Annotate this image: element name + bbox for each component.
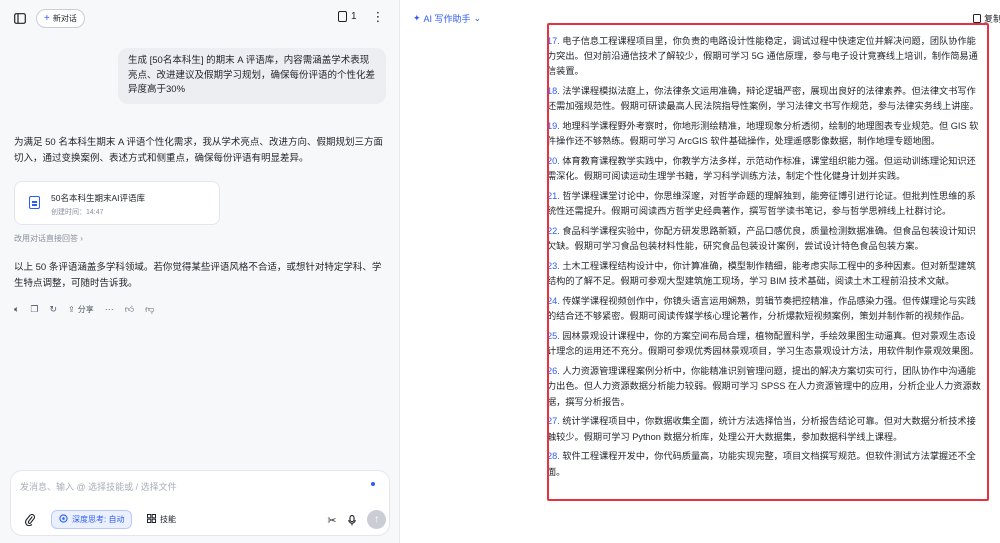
list-item: 21. 哲学课程课堂讨论中，你思维深邃，对哲学命题的理解独到，能旁征博引进行论证…: [547, 189, 981, 219]
message-actions: 🔈︎ ❐ ↻ ⇪ 分享 ··· 👍︎ 👎︎: [14, 302, 154, 316]
skills-button[interactable]: 技能: [141, 510, 182, 529]
more-icon[interactable]: ⋮: [372, 9, 385, 24]
ai-writing-assistant-button[interactable]: ✦ AI 写作助手 ⌄: [413, 12, 481, 25]
document-count: 1: [351, 11, 357, 22]
item-text: 软件工程课程开发中，你代码质量高，功能实现完整，项目文档撰写规范。但软件测试方法…: [547, 451, 976, 477]
item-number: 17.: [547, 36, 560, 46]
list-item: 19. 地理科学课程野外考察时，你地形测绘精准，地理现象分析透彻，绘制的地理图表…: [547, 119, 981, 149]
file-icon: [29, 196, 40, 209]
status-dot: [371, 482, 375, 486]
item-text: 法学课程模拟法庭上，你法律条文运用准确，辩论逻辑严密，展现出良好的法律素养。但法…: [547, 86, 979, 112]
share-label: 分享: [77, 304, 94, 314]
item-number: 24.: [547, 296, 560, 307]
file-name: 50名本科生期末AI评语库: [51, 193, 145, 203]
answer-directly-label: 改用对话直接回答: [14, 234, 78, 243]
sidebar-toggle-icon[interactable]: [13, 11, 27, 25]
message-input-box[interactable]: 发消息、输入 @ 选择技能或 / 选择文件 深度思考: 自动 技能 ✂ ↑: [10, 470, 390, 536]
list-item: 28. 软件工程课程开发中，你代码质量高，功能实现完整，项目文档撰写规范。但软件…: [547, 449, 981, 479]
file-created-time: 创建时间：14:47: [51, 209, 104, 216]
assistant-reply-outro: 以上 50 条评语涵盖多学科领域。若你觉得某些评语风格不合适，或想针对特定学科、…: [14, 262, 382, 290]
document-count-button[interactable]: 1: [338, 11, 357, 22]
scissors-icon[interactable]: ✂: [325, 513, 339, 527]
thumbs-down-icon[interactable]: 👎︎: [145, 304, 154, 315]
chevron-down-icon: ⌄: [473, 13, 482, 23]
document-editor: ✦ AI 写作助手 ⌄ 复制 17. 电子信息工程课程项目里，你负责的电路设计性…: [401, 0, 1000, 543]
deep-thinking-label: 深度思考: 自动: [72, 515, 125, 524]
item-text: 体育教育课程教学实践中，你教学方法多样，示范动作标准，课堂组织能力强。但运动训练…: [547, 156, 976, 182]
more-dots-icon[interactable]: ···: [105, 304, 114, 314]
list-item: 25. 园林景观设计课程中，你的方案空间布局合理，植物配置科学，手绘效果图生动逼…: [547, 329, 981, 359]
ai-writing-assistant-label: AI 写作助手: [423, 14, 471, 24]
list-item: 23. 土木工程课程结构设计中，你计算准确，模型制作精细，能考虑实际工程中的多种…: [547, 259, 981, 289]
item-number: 20.: [547, 156, 560, 167]
item-number: 22.: [547, 226, 560, 237]
list-item: 20. 体育教育课程教学实践中，你教学方法多样，示范动作标准，课堂组织能力强。但…: [547, 154, 981, 184]
item-text: 食品科学课程实验中，你配方研发思路新颖，产品口感优良，质量检测数据准确。但食品包…: [547, 226, 976, 252]
item-text: 哲学课程课堂讨论中，你思维深邃，对哲学命题的理解独到，能旁征博引进行论证。但批判…: [547, 191, 976, 217]
thumbs-up-icon[interactable]: 👍︎: [125, 304, 134, 315]
input-toolbar: 深度思考: 自动 技能 ✂ ↑: [19, 509, 386, 531]
item-text: 园林景观设计课程中，你的方案空间布局合理，植物配置科学，手绘效果图生动逼真。但对…: [547, 331, 979, 357]
copy-icon[interactable]: ❐: [30, 304, 38, 315]
item-number: 26.: [547, 366, 560, 377]
generated-file-card[interactable]: 50名本科生期末AI评语库 创建时间：14:47: [14, 181, 220, 225]
item-text: 电子信息工程课程项目里，你负责的电路设计性能稳定，调试过程中快速定位并解决问题，…: [547, 36, 978, 77]
regenerate-icon[interactable]: ↻: [49, 304, 57, 315]
attach-icon[interactable]: [23, 513, 37, 527]
item-text: 土木工程课程结构设计中，你计算准确，模型制作精细，能考虑实际工程中的多种因素。但…: [547, 261, 976, 287]
list-item: 18. 法学课程模拟法庭上，你法律条文运用准确，辩论逻辑严密，展现出良好的法律素…: [547, 84, 981, 114]
copy-document-button[interactable]: 复制: [973, 12, 1000, 25]
item-number: 25.: [547, 331, 560, 342]
item-number: 27.: [547, 416, 560, 427]
list-item: 26. 人力资源管理课程案例分析中，你能精准识别管理问题，提出的解决方案切实可行…: [547, 364, 981, 410]
deep-thinking-icon: [59, 514, 68, 525]
list-item: 27. 统计学课程项目中，你数据收集全面，统计方法选择恰当，分析报告结论可靠。但…: [547, 414, 981, 444]
microphone-icon[interactable]: [345, 513, 359, 527]
user-message: 生成 [50名本科生] 的期末 A 评语库，内容需涵盖学术表现亮点、改进建议及假…: [118, 48, 386, 105]
copy-label: 复制: [984, 14, 1000, 24]
item-text: 地理科学课程野外考察时，你地形测绘精准，地理现象分析透彻，绘制的地理图表专业规范…: [547, 121, 979, 147]
new-chat-button[interactable]: + 新对话: [36, 9, 85, 28]
document-icon: [338, 11, 347, 22]
send-button[interactable]: ↑: [367, 510, 386, 529]
item-number: 28.: [547, 451, 560, 462]
answer-directly-link[interactable]: 改用对话直接回答 ›: [14, 233, 83, 244]
item-number: 21.: [547, 191, 560, 202]
message-input[interactable]: 发消息、输入 @ 选择技能或 / 选择文件: [20, 480, 177, 493]
share-icon: ⇪: [68, 304, 75, 314]
list-item: 17. 电子信息工程课程项目里，你负责的电路设计性能稳定，调试过程中快速定位并解…: [547, 34, 981, 80]
assistant-reply-intro: 为满足 50 名本科生期末 A 评语个性化需求，我从学术亮点、改进方向、假期规划…: [14, 137, 383, 165]
grid-icon: [147, 514, 156, 525]
comment-list: 17. 电子信息工程课程项目里，你负责的电路设计性能稳定，调试过程中快速定位并解…: [547, 34, 981, 484]
copy-doc-icon: [973, 14, 981, 23]
speaker-icon[interactable]: 🔈︎: [14, 304, 19, 315]
new-chat-label: 新对话: [52, 14, 77, 23]
deep-thinking-toggle[interactable]: 深度思考: 自动: [51, 510, 133, 529]
item-text: 人力资源管理课程案例分析中，你能精准识别管理问题，提出的解决方案切实可行，团队协…: [547, 366, 981, 407]
item-text: 统计学课程项目中，你数据收集全面，统计方法选择恰当，分析报告结论可靠。但对大数据…: [547, 416, 976, 442]
share-button[interactable]: ⇪ 分享: [68, 304, 94, 315]
item-number: 23.: [547, 261, 560, 272]
chevron-right-icon: ›: [80, 234, 83, 243]
sparkle-icon: ✦: [413, 13, 421, 23]
chat-panel: + 新对话 1 ⋮ 生成 [50名本科生] 的期末 A 评语库，内容需涵盖学术表…: [0, 0, 400, 543]
skills-label: 技能: [160, 515, 176, 524]
plus-icon: +: [44, 12, 50, 24]
item-number: 19.: [547, 121, 560, 132]
list-item: 24. 传媒学课程视频创作中，你镜头语言运用娴熟，剪辑节奏把控精准，作品感染力强…: [547, 294, 981, 324]
chat-topbar: + 新对话 1 ⋮: [0, 0, 399, 36]
item-number: 18.: [547, 86, 560, 97]
list-item: 22. 食品科学课程实验中，你配方研发思路新颖，产品口感优良，质量检测数据准确。…: [547, 224, 981, 254]
arrow-up-icon: ↑: [374, 514, 379, 525]
item-text: 传媒学课程视频创作中，你镜头语言运用娴熟，剪辑节奏把控精准，作品感染力强。但传媒…: [547, 296, 976, 322]
